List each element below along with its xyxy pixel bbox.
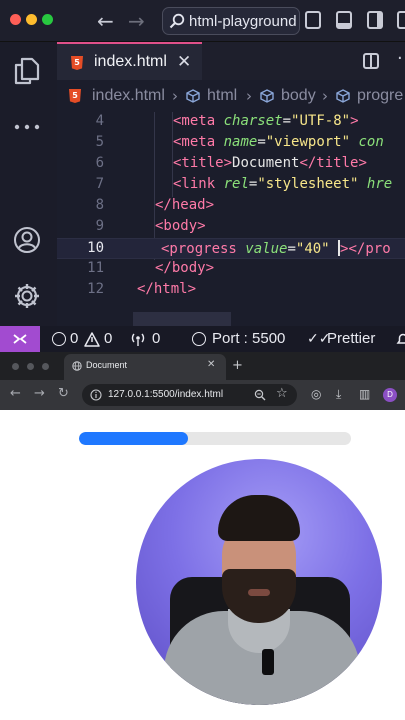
browser-toolbar: ← → ↻ 127.0.0.1:5500/index.html ☆ ◎ ⤓ ▥ … xyxy=(0,380,405,410)
prettier-status[interactable]: Prettier xyxy=(327,330,375,347)
minimize-window-button[interactable] xyxy=(26,14,37,25)
new-tab-button[interactable]: + xyxy=(232,358,243,373)
downloads-icon[interactable]: ⤓ xyxy=(336,387,341,402)
split-editor-icon[interactable] xyxy=(363,53,379,69)
back-arrow-icon[interactable]: ← xyxy=(10,386,21,401)
command-center-label: html-playground xyxy=(189,13,297,30)
code-line: 12 </html> xyxy=(87,281,197,297)
forward-arrow-icon[interactable]: → xyxy=(128,9,145,33)
accounts-icon[interactable] xyxy=(13,226,41,254)
close-tab-icon[interactable]: ✕ xyxy=(177,52,191,72)
side-panel-icon[interactable]: ▥ xyxy=(359,387,370,401)
chevron-right-icon: › xyxy=(172,87,178,105)
lapel-microphone xyxy=(262,649,274,675)
forward-arrow-icon[interactable]: → xyxy=(34,386,45,401)
explorer-icon[interactable] xyxy=(13,56,41,86)
element-cube-icon xyxy=(336,89,350,103)
zoom-icon[interactable] xyxy=(254,389,266,401)
remote-icon xyxy=(13,334,27,344)
address-bar[interactable]: 127.0.0.1:5500/index.html ☆ xyxy=(82,384,297,406)
title-bar: ← → html-playground xyxy=(0,0,405,42)
back-arrow-icon[interactable]: ← xyxy=(97,9,114,33)
ports-count[interactable]: 0 xyxy=(152,330,160,347)
close-window-button[interactable] xyxy=(10,14,21,25)
warning-icon xyxy=(84,332,100,347)
code-line: 9 <body> xyxy=(95,218,206,234)
maximize-window-button[interactable] xyxy=(42,14,53,25)
chevron-right-icon: › xyxy=(322,87,328,105)
code-line: 6 <title>Document</title> xyxy=(95,155,367,171)
maximize-window-button[interactable] xyxy=(42,363,49,370)
code-line: 5 <meta name="viewport" con xyxy=(95,134,384,150)
notifications-bell-icon[interactable] xyxy=(396,331,405,347)
search-icon xyxy=(169,13,185,29)
webcam-overlay xyxy=(136,459,382,705)
toggle-secondary-sidebar-icon[interactable] xyxy=(367,11,383,29)
progress-fill xyxy=(79,432,188,445)
reload-icon[interactable]: ↻ xyxy=(58,386,69,401)
status-bar: 0 0 0 Port : 5500 ✓✓ Prettier xyxy=(0,326,405,352)
horizontal-scrollbar[interactable] xyxy=(133,312,231,326)
bookmark-star-icon[interactable]: ☆ xyxy=(276,386,288,401)
html5-icon: 5 xyxy=(71,56,83,70)
extension-icon[interactable]: ◎ xyxy=(311,387,321,401)
code-line: 8 </head> xyxy=(95,197,215,213)
breadcrumb-file[interactable]: index.html xyxy=(92,87,165,105)
error-count[interactable]: 0 xyxy=(70,330,78,347)
more-views-icon[interactable] xyxy=(13,122,41,132)
manage-gear-icon[interactable] xyxy=(13,282,41,310)
close-window-button[interactable] xyxy=(12,363,19,370)
customize-layout-icon[interactable] xyxy=(397,11,405,29)
tab-label: index.html xyxy=(94,53,167,70)
chevron-right-icon: › xyxy=(246,87,252,105)
globe-icon xyxy=(72,361,82,371)
code-line: 7 <link rel="stylesheet" hre xyxy=(95,176,393,192)
port-broadcast-icon xyxy=(192,332,206,346)
element-cube-icon xyxy=(260,89,274,103)
breadcrumb-body[interactable]: body xyxy=(281,87,316,105)
code-editor[interactable]: 4 <meta charset="UTF-8"> 5 <meta name="v… xyxy=(57,112,405,326)
breadcrumb-html[interactable]: html xyxy=(207,87,237,105)
element-cube-icon xyxy=(186,89,200,103)
profile-avatar[interactable]: D xyxy=(383,388,397,402)
more-actions-icon[interactable]: ··· xyxy=(397,48,405,69)
browser-tab-title: Document xyxy=(86,360,128,370)
error-icon xyxy=(52,332,66,346)
site-info-icon[interactable] xyxy=(90,389,102,401)
activity-bar xyxy=(0,42,57,326)
remote-indicator-button[interactable] xyxy=(0,326,40,352)
ports-antenna-icon xyxy=(131,333,145,346)
code-line: 4 <meta charset="UTF-8"> xyxy=(95,113,359,129)
editor-tab-bar: 5 index.html ✕ ··· xyxy=(57,42,405,80)
command-center[interactable]: html-playground xyxy=(162,7,300,35)
url-text: 127.0.0.1:5500/index.html xyxy=(108,389,224,400)
breadcrumb-progress[interactable]: progre xyxy=(357,87,403,105)
browser-tab-strip: Document ✕ + xyxy=(0,352,405,380)
live-server-port[interactable]: Port : 5500 xyxy=(212,330,285,347)
progress-bar xyxy=(79,432,351,445)
close-tab-icon[interactable]: ✕ xyxy=(207,359,215,370)
current-code-line: 10 <progress value="40" ></pro xyxy=(57,238,405,259)
warning-count[interactable]: 0 xyxy=(104,330,112,347)
toggle-sidebar-icon[interactable] xyxy=(305,11,321,29)
browser-tab-document[interactable]: Document ✕ xyxy=(64,354,226,380)
breadcrumb: 5 index.html › html › body › progre xyxy=(57,80,405,112)
toggle-panel-icon[interactable] xyxy=(336,11,352,29)
tab-index-html[interactable]: 5 index.html ✕ xyxy=(57,42,202,80)
minimize-window-button[interactable] xyxy=(27,363,34,370)
html5-icon: 5 xyxy=(69,89,81,103)
code-line: 11 </body> xyxy=(87,260,215,276)
